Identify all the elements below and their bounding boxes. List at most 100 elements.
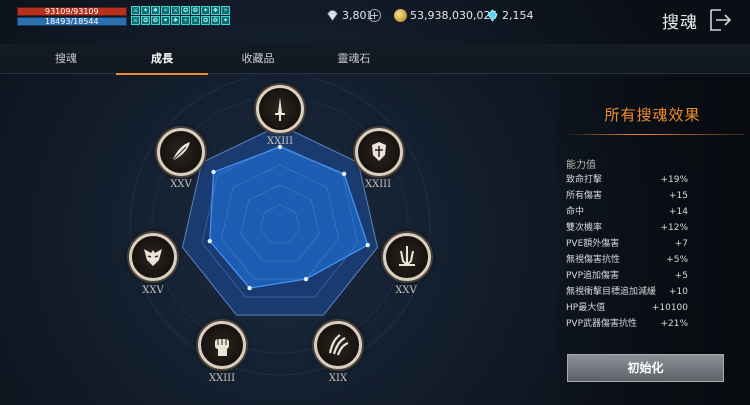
skill-node-trident[interactable] [383,233,431,281]
gold-count: 53,938,030,025 [410,9,498,22]
radar-value-point [341,171,347,177]
stat-row: 致命打擊 +19% [566,173,688,188]
stat-name: 致命打擊 [566,175,603,185]
diamond-icon [327,10,338,21]
radar-value-point [211,169,216,175]
buff-icon[interactable]: ❖ [151,6,160,15]
rank-label-claw: XIX [328,373,348,384]
add-diamond-button[interactable]: + [368,9,381,22]
soul-effects-panel: 所有搜魂效果 能力值 致命打擊 +19% 所有傷害 +15 命中 +14 雙次機率 +1… [557,78,750,405]
buff-icon[interactable]: ✦ [221,16,230,25]
stat-value: +7 [674,239,688,249]
skill-node-dagger[interactable] [256,85,304,133]
stat-row: 雙次機率 +12% [566,221,688,236]
buff-icon[interactable]: ❂ [191,6,200,15]
stat-name: 雙次機率 [566,223,603,233]
rank-label-dagger: XXIII [266,136,294,147]
buff-icon[interactable]: ✪ [141,16,150,25]
skill-node-mask[interactable] [129,233,177,281]
stat-row: 所有傷害 +15 [566,189,688,204]
claw-icon [328,334,349,356]
rank-label-feather: XXV [170,179,192,190]
stat-value: +5 [674,271,688,281]
mp-value: 18493/18544 [45,17,99,26]
buff-icon[interactable]: ✦ [201,6,210,15]
crystal-icon [487,9,498,22]
crystal-count: 2,154 [502,9,534,22]
buff-icon[interactable]: ❂ [151,16,160,25]
skill-node-claw[interactable] [314,321,362,369]
radar-value-point [247,285,252,291]
mp-bar: 18493/18544 [17,17,127,26]
stat-row: 命中 +14 [566,205,688,220]
stat-name: 無視傷害抗性 [566,255,621,265]
buff-icon[interactable]: ❂ [211,16,220,25]
tab-bar: 搜魂 成長 收藏品 靈魂石 [0,44,750,75]
rank-label-fist: XXIII [208,373,236,384]
buff-icon[interactable]: ✦ [161,16,170,25]
radar-value-point [207,238,213,244]
stat-row: HP最大值 +10100 [566,301,688,316]
buff-icon[interactable]: ⚔ [131,6,140,15]
buff-icon[interactable]: ⚔ [131,16,140,25]
tab-collection[interactable]: 收藏品 [210,44,306,74]
buff-icons[interactable]: ⚔ ✦ ❖ ✧ ⚔ ✪ ❂ ✦ ❖ ✧ ⚔ ✪ ❂ ✦ ❖ ✧ ⚔ ✪ ❂ ✦ [131,6,235,28]
dagger-icon [275,97,285,121]
buff-icon[interactable]: ✧ [161,6,170,15]
rank-label-shield-crest: XXIII [364,179,392,190]
page-title: 搜魂 [662,13,698,33]
stat-name: PVP追加傷害 [566,271,620,281]
feather-icon [171,142,190,162]
stat-name: PVE額外傷害 [566,239,620,249]
stat-name: 無視衝擊目標追加減緩 [566,287,657,297]
stat-value: +5% [666,255,688,265]
stat-row: 無視衝擊目標追加減緩 +10 [566,285,688,300]
hp-bar: 93109/93109 [17,7,127,16]
buff-icon[interactable]: ⚔ [171,6,180,15]
panel-divider [565,134,745,135]
exit-icon[interactable] [707,7,733,33]
status-bar: 93109/93109 18493/18544 ⚔ ✦ ❖ ✧ ⚔ ✪ ❂ ✦ ❖ ✧ ⚔ ✪ ❂ ✦ ❖ ✧… [0,0,750,38]
stat-row: PVP追加傷害 +5 [566,269,688,284]
game-screen: 93109/93109 18493/18544 ⚔ ✦ ❖ ✧ ⚔ ✪ ❂ ✦ ❖ ✧ ⚔ ✪ ❂ ✦ ❖ ✧… [0,0,750,405]
stat-name: 命中 [566,207,585,217]
stat-value: +21% [660,319,688,329]
stat-row: PVE額外傷害 +7 [566,237,688,252]
stat-value: +10100 [651,303,688,313]
stat-name: 所有傷害 [566,191,603,201]
radar-value-point [365,242,370,248]
buff-icon[interactable]: ✧ [221,6,230,15]
radar-value-point [303,276,309,282]
buff-icon[interactable]: ⚔ [191,16,200,25]
panel-title: 所有搜魂效果 [604,106,701,124]
stat-row: 無視傷害抗性 +5% [566,253,688,268]
stat-value: +10 [669,287,688,297]
gold-coin-icon [394,9,407,22]
buff-icon[interactable]: ✪ [181,6,190,15]
mask-icon [144,249,162,266]
rank-label-trident: XXV [395,285,417,296]
tab-search-soul[interactable]: 搜魂 [18,44,114,74]
buff-icon[interactable]: ✪ [201,16,210,25]
fist-icon [215,339,229,356]
trident-icon [399,246,415,267]
buff-icon[interactable]: ✦ [141,6,150,15]
stat-value: +15 [669,191,688,201]
hp-value: 93109/93109 [45,7,99,16]
section-label: 能力值 [566,160,596,171]
stat-value: +14 [669,207,688,217]
tab-growth[interactable]: 成長 [114,44,210,75]
stat-value: +12% [660,223,688,233]
skill-node-shield-crest[interactable] [355,128,403,176]
buff-icon[interactable]: ❖ [211,6,220,15]
shield-crest-icon [372,142,386,161]
reset-button[interactable]: 初始化 [567,354,724,382]
rank-label-mask: XXV [142,285,164,296]
stat-value: +19% [660,175,688,185]
stat-row: PVP武器傷害抗性 +21% [566,317,688,332]
buff-icon[interactable]: ❖ [171,16,180,25]
skill-node-fist[interactable] [198,321,246,369]
buff-icon[interactable]: ✧ [181,16,190,25]
skill-node-feather[interactable] [157,128,205,176]
tab-soul-stone[interactable]: 靈魂石 [306,44,402,74]
